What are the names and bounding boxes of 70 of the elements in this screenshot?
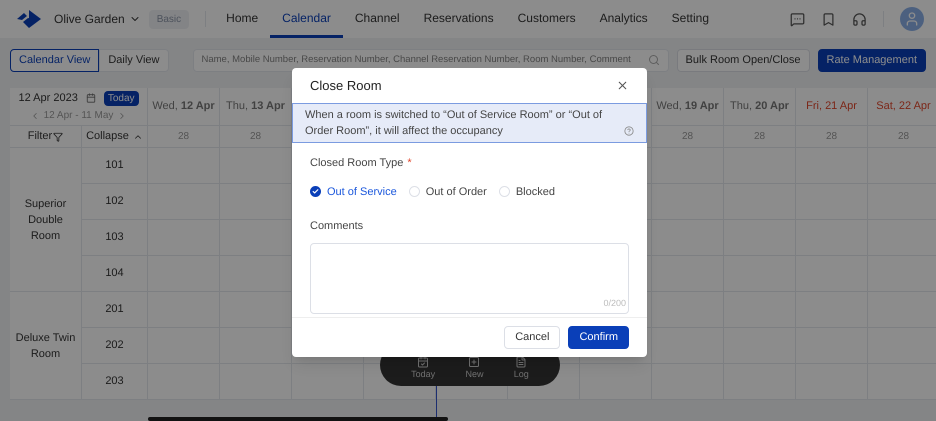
current-date: 12 Apr 2023 bbox=[18, 90, 78, 106]
day-label: Fri, 21 Apr bbox=[806, 99, 857, 114]
dock-button[interactable]: New bbox=[465, 356, 484, 381]
nav-tab[interactable]: Setting bbox=[660, 0, 722, 38]
plus-square-icon bbox=[468, 356, 480, 368]
dialog-title: Close Room bbox=[310, 76, 382, 95]
field-label: Comments bbox=[310, 219, 364, 234]
bookmark-icon[interactable] bbox=[821, 12, 836, 26]
nav-tab[interactable]: Channel bbox=[342, 0, 412, 38]
room-number: 104 bbox=[105, 266, 124, 282]
view-toggle[interactable]: Daily View bbox=[99, 48, 168, 72]
collapse-button[interactable]: Collapse bbox=[82, 126, 148, 148]
character-counter: 0/200 bbox=[603, 297, 626, 310]
search-field[interactable]: Name, Mobile Number, Reservation Number, Channel Reservation Number, Room Number, Comment bbox=[192, 48, 669, 72]
room-number: 203 bbox=[105, 374, 124, 390]
close-icon[interactable] bbox=[616, 79, 629, 92]
room-count: 28 bbox=[826, 130, 838, 144]
document-icon bbox=[515, 356, 528, 368]
radio-option[interactable]: Blocked bbox=[498, 184, 555, 200]
grid-cell bbox=[292, 364, 364, 400]
room-number: 102 bbox=[105, 194, 124, 210]
headset-icon[interactable] bbox=[852, 12, 867, 26]
day-label: Sat, 22 Apr bbox=[876, 99, 931, 114]
secondary-button[interactable]: Bulk Room Open/Close bbox=[676, 48, 810, 72]
message-icon[interactable] bbox=[790, 12, 805, 26]
secondary-button[interactable]: Cancel bbox=[504, 326, 560, 349]
calendar-check-icon bbox=[417, 356, 430, 368]
room-type-name: Deluxe Twin Room bbox=[14, 330, 76, 362]
nav-tab[interactable]: Home bbox=[214, 0, 270, 38]
avatar[interactable] bbox=[900, 7, 924, 31]
room-type-name: Superior Double Room bbox=[24, 196, 68, 244]
day-label: Wed, 12 Apr bbox=[152, 99, 215, 114]
filter-icon bbox=[53, 132, 64, 142]
property-dropdown[interactable]: Olive Garden bbox=[54, 10, 141, 28]
day-label: Thu, 13 Apr bbox=[226, 99, 285, 114]
room-count: 28 bbox=[754, 130, 766, 144]
nav-tab[interactable]: Calendar bbox=[270, 0, 343, 38]
room-count: 28 bbox=[250, 130, 262, 144]
primary-button[interactable]: Rate Management bbox=[818, 48, 926, 72]
room-count: 28 bbox=[898, 130, 910, 144]
room-count: 28 bbox=[178, 130, 190, 144]
nav-tab[interactable]: Customers bbox=[506, 0, 588, 38]
dock-button[interactable]: Today bbox=[411, 356, 436, 381]
view-toggle[interactable]: Calendar View bbox=[10, 48, 100, 72]
date-range: 12 Apr - 11 May bbox=[44, 109, 114, 124]
radio-button[interactable] bbox=[310, 186, 321, 198]
field-label: Closed Room Type bbox=[310, 156, 404, 171]
dock-button[interactable]: Log bbox=[514, 356, 529, 381]
filter-button[interactable]: Filter bbox=[10, 126, 82, 148]
room-number: 201 bbox=[105, 302, 124, 318]
room-number: 202 bbox=[105, 338, 124, 354]
day-label: Wed, 19 Apr bbox=[656, 99, 719, 114]
radio-option[interactable]: Out of Order bbox=[408, 184, 487, 200]
logo-icon bbox=[16, 9, 42, 29]
nav-tab[interactable]: Reservations bbox=[412, 0, 506, 38]
room-count: 28 bbox=[682, 130, 694, 144]
primary-button[interactable]: Confirm bbox=[568, 326, 629, 349]
help-icon[interactable] bbox=[624, 126, 634, 136]
required-mark: * bbox=[407, 156, 412, 171]
check-icon bbox=[312, 188, 319, 196]
today-button[interactable]: Today bbox=[104, 90, 139, 106]
search-icon bbox=[648, 54, 660, 66]
nav-tab[interactable]: Analytics bbox=[588, 0, 660, 38]
grid-cell bbox=[580, 364, 652, 400]
room-number: 103 bbox=[105, 230, 124, 246]
radio-option[interactable]: Out of Service bbox=[310, 184, 397, 200]
calendar-icon[interactable] bbox=[86, 93, 96, 103]
day-label: Thu, 20 Apr bbox=[730, 99, 789, 114]
notice-text: When a room is switched to “Out of Service Room” or “Out of Order Room”, it will affect the occupancy bbox=[305, 108, 604, 139]
room-number: 101 bbox=[105, 158, 124, 174]
